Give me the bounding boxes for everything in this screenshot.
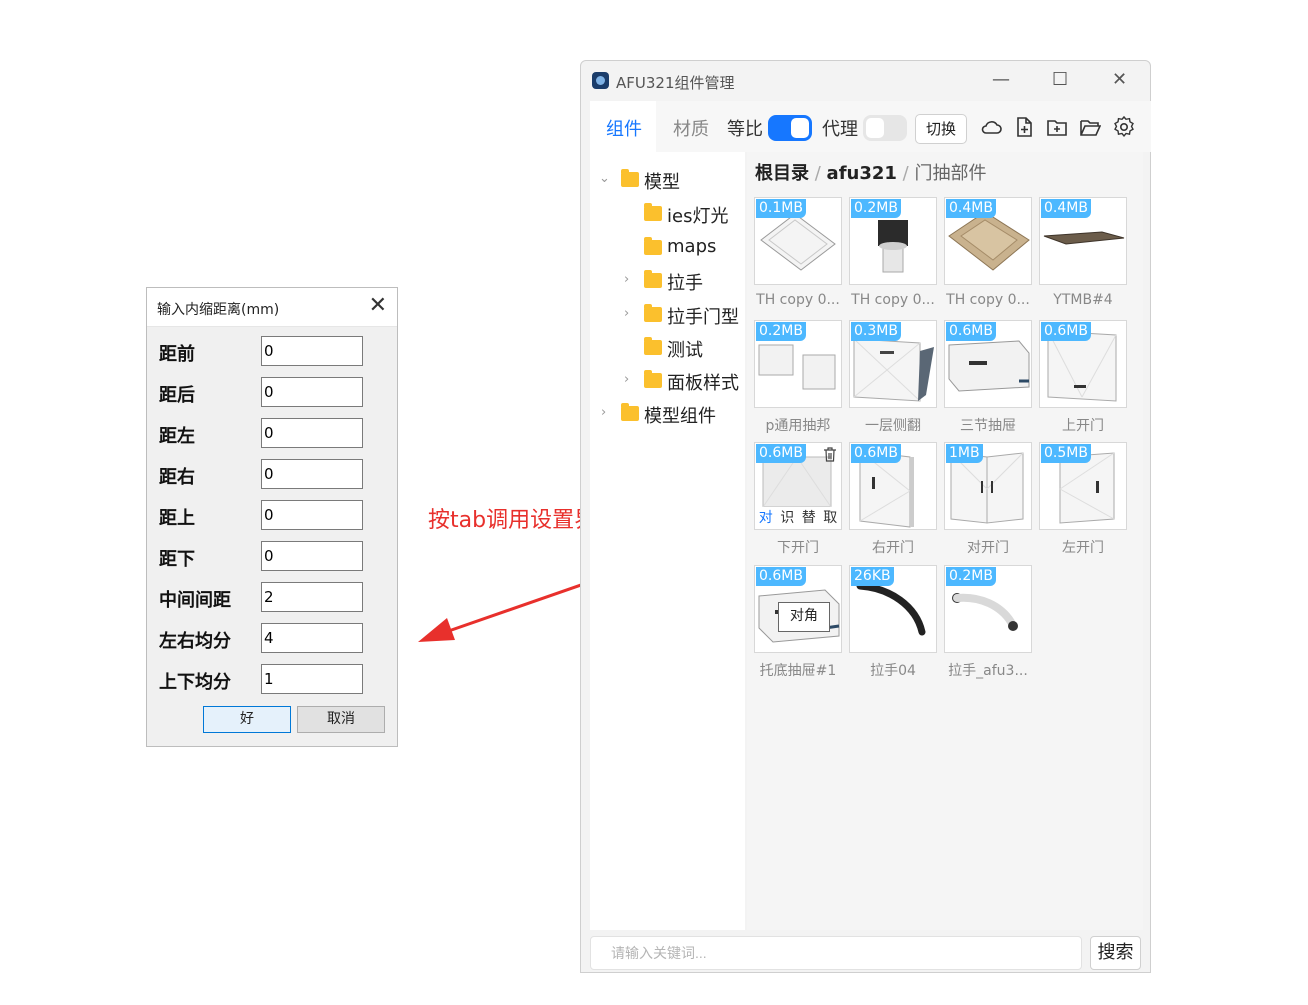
folder-icon	[644, 203, 662, 221]
component-grid: 根目录 / afu321 / 门抽部件 0.1MB TH copy 0... 0…	[747, 152, 1143, 930]
component-item[interactable]: 0.2MB p通用抽邦	[754, 320, 842, 434]
proxy-toggle[interactable]	[863, 115, 907, 141]
new-file-icon[interactable]	[1013, 116, 1035, 138]
app-logo-icon	[592, 72, 609, 89]
search-input[interactable]	[609, 937, 1073, 969]
maximize-icon[interactable]: ☐	[1052, 69, 1068, 90]
chevron-right-icon[interactable]: ›	[624, 306, 629, 321]
breadcrumb: 根目录 / afu321 / 门抽部件	[755, 163, 987, 184]
action-diagonal[interactable]: 对	[759, 507, 773, 529]
minimize-icon[interactable]: —	[992, 69, 1010, 90]
chevron-right-icon[interactable]: ›	[601, 405, 606, 420]
component-item[interactable]: 1MB 对开门	[944, 442, 1032, 556]
component-thumbnail: 0.2MB	[849, 197, 937, 285]
folder-icon	[644, 337, 662, 355]
folder-icon	[621, 169, 639, 187]
component-name: 上开门	[1062, 418, 1104, 434]
component-thumbnail: 0.2MB	[754, 320, 842, 408]
breadcrumb-current: 门抽部件	[914, 163, 987, 184]
folder-tree: ⌄ 模型 ies灯光 maps › 拉手 › 拉手门型 测试 › 面板样式 › …	[590, 152, 745, 930]
component-thumbnail: 0.6MB	[944, 320, 1032, 408]
component-thumbnail: 26KB	[849, 565, 937, 653]
component-name: TH copy 0...	[946, 292, 1030, 308]
tab-materials[interactable]: 材质	[673, 115, 709, 141]
component-thumbnail: 0.6MB 对 识 替 取	[754, 442, 842, 530]
component-name: 下开门	[777, 540, 819, 556]
search-button[interactable]: 搜索	[1090, 936, 1141, 970]
component-item[interactable]: 0.1MB TH copy 0...	[754, 197, 842, 309]
component-thumbnail: 1MB	[944, 442, 1032, 530]
chevron-down-icon[interactable]: ⌄	[599, 171, 610, 186]
component-item[interactable]: 0.3MB 一层侧翻	[849, 320, 937, 434]
component-item[interactable]: 0.2MB TH copy 0...	[849, 197, 937, 309]
switch-button[interactable]: 切换	[915, 114, 967, 144]
component-thumbnail: 0.5MB	[1039, 442, 1127, 530]
component-name: TH copy 0...	[756, 292, 840, 308]
folder-icon	[644, 237, 662, 255]
component-item[interactable]: 26KB 拉手04	[849, 565, 937, 679]
component-thumbnail: 0.4MB	[1039, 197, 1127, 285]
breadcrumb-afu321[interactable]: afu321	[827, 163, 897, 184]
component-item[interactable]: 0.6MB 三节抽屉	[944, 320, 1032, 434]
close-icon[interactable]: ✕	[1112, 69, 1127, 90]
folder-icon	[621, 403, 639, 421]
component-name: YTMB#4	[1053, 292, 1113, 308]
action-identify[interactable]: 识	[780, 507, 794, 529]
chevron-right-icon[interactable]: ›	[624, 272, 629, 287]
component-item[interactable]: 0.2MB 拉手_afu3...	[944, 565, 1032, 679]
new-folder-icon[interactable]	[1046, 116, 1068, 138]
settings-icon[interactable]	[1113, 116, 1135, 138]
chevron-right-icon[interactable]: ›	[624, 372, 629, 387]
component-item[interactable]: 0.6MB 上开门	[1039, 320, 1127, 434]
folder-icon	[644, 270, 662, 288]
component-item[interactable]: 0.6MB 右开门	[849, 442, 937, 556]
proportional-label: 等比	[727, 119, 763, 140]
action-pick[interactable]: 取	[823, 507, 837, 529]
component-thumbnail: 0.6MB	[1039, 320, 1127, 408]
component-name: 拉手_afu3...	[948, 663, 1028, 679]
component-name: 对开门	[967, 540, 1009, 556]
component-item[interactable]: 0.4MB YTMB#4	[1039, 197, 1127, 309]
folder-icon	[644, 370, 662, 388]
component-thumbnail: 0.6MB	[849, 442, 937, 530]
component-thumbnail: 0.1MB	[754, 197, 842, 285]
proportional-toggle[interactable]	[768, 115, 812, 141]
trash-icon[interactable]	[823, 447, 837, 462]
component-name: 拉手04	[870, 663, 916, 679]
breadcrumb-root[interactable]: 根目录	[755, 163, 809, 184]
cloud-icon[interactable]	[980, 116, 1002, 138]
folder-icon	[644, 304, 662, 322]
component-name: 左开门	[1062, 540, 1104, 556]
tooltip: 对角	[778, 602, 830, 632]
component-name: 托底抽屉#1	[759, 663, 837, 679]
hover-action-bar: 对 识 替 取	[755, 507, 841, 529]
component-name: TH copy 0...	[851, 292, 935, 308]
component-name: 一层侧翻	[865, 418, 921, 434]
component-item[interactable]: 0.4MB TH copy 0...	[944, 197, 1032, 309]
component-thumbnail: 0.4MB	[944, 197, 1032, 285]
component-item[interactable]: 0.5MB 左开门	[1039, 442, 1127, 556]
component-thumbnail: 0.3MB	[849, 320, 937, 408]
proxy-label: 代理	[822, 119, 858, 140]
toolbar: 组件 材质 等比 代理 切换	[590, 101, 1151, 152]
action-replace[interactable]: 替	[802, 507, 816, 529]
component-name: p通用抽邦	[765, 418, 831, 434]
component-name: 三节抽屉	[960, 418, 1016, 434]
window-titlebar: AFU321组件管理 — ☐ ✕	[581, 61, 1150, 101]
component-name: 右开门	[872, 540, 914, 556]
tab-components[interactable]: 组件	[606, 115, 642, 141]
window-title: AFU321组件管理	[616, 74, 735, 92]
open-folder-icon[interactable]	[1079, 116, 1101, 138]
component-manager-window: AFU321组件管理 — ☐ ✕ 组件 材质 等比 代理 切换 ⌄ 模型 ies…	[580, 60, 1151, 973]
component-item-hovered[interactable]: 0.6MB 对 识 替 取 下开门	[754, 442, 842, 556]
search-box	[590, 936, 1082, 970]
component-thumbnail: 0.2MB	[944, 565, 1032, 653]
